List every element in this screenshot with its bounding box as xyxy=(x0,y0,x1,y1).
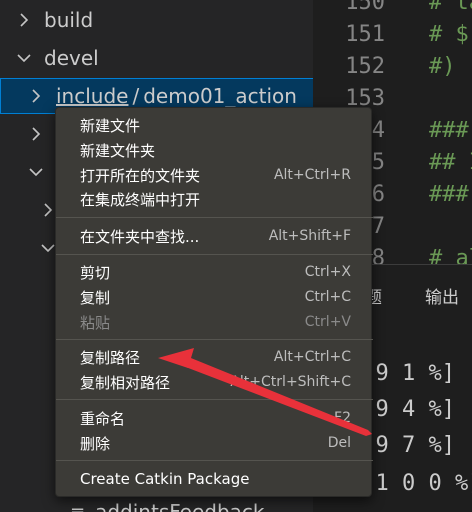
code-line: 150 # ta xyxy=(313,0,472,22)
menu-item-shortcut: Alt+Ctrl+R xyxy=(273,167,351,183)
menu-item-shortcut: Ctrl+C xyxy=(304,289,351,305)
menu-item-label: 复制相对路径 xyxy=(80,373,171,392)
menu-separator xyxy=(56,254,373,255)
compact-folder-path: include / demo01_action xyxy=(56,84,297,108)
chevron-right-icon xyxy=(26,124,46,144)
menu-item-paste[interactable]: 粘贴 Ctrl+V xyxy=(56,310,373,334)
menu-item-reveal-in-folder[interactable]: 打开所在的文件夹 Alt+Ctrl+R xyxy=(56,163,373,187)
panel-tab-output[interactable]: 输出 xyxy=(425,283,459,308)
menu-item-label: 粘贴 xyxy=(80,313,111,332)
path-segment-demo01-action[interactable]: demo01_action xyxy=(143,84,297,108)
menu-item-copy[interactable]: 复制 Ctrl+C xyxy=(56,285,373,309)
menu-item-label: 复制路径 xyxy=(80,348,141,367)
menu-separator xyxy=(56,399,373,400)
menu-item-new-file[interactable]: 新建文件 xyxy=(56,113,373,137)
menu-item-label: 重命名 xyxy=(80,409,126,428)
chevron-down-icon xyxy=(14,48,34,68)
menu-item-create-catkin-package[interactable]: Create Catkin Package xyxy=(56,467,373,491)
menu-item-label: 在文件夹中查找... xyxy=(80,227,200,246)
code-text: ### xyxy=(429,182,469,207)
code-text: ### xyxy=(429,118,469,143)
menu-item-label: 打开所在的文件夹 xyxy=(80,166,201,185)
chevron-right-icon xyxy=(14,10,34,30)
menu-item-open-in-terminal[interactable]: 在集成终端中打开 xyxy=(56,187,373,211)
code-text: # ta xyxy=(429,0,472,15)
vscode-window: build devel include / demo01_action ≡ ad… xyxy=(0,0,472,512)
menu-item-new-folder[interactable]: 新建文件夹 xyxy=(56,138,373,162)
menu-item-cut[interactable]: 剪切 Ctrl+X xyxy=(56,260,373,284)
code-text: # al xyxy=(429,246,472,264)
code-line: 151 # $ xyxy=(313,22,472,54)
menu-item-copy-path[interactable]: 复制路径 Alt+Ctrl+C xyxy=(56,345,373,369)
code-line: 152 #) xyxy=(313,54,472,86)
menu-item-shortcut: F2 xyxy=(334,410,351,426)
path-separator: / xyxy=(132,84,140,108)
tree-item-build[interactable]: build xyxy=(0,2,327,38)
code-text: # $ xyxy=(429,22,469,47)
context-menu: 新建文件 新建文件夹 打开所在的文件夹 Alt+Ctrl+R 在集成终端中打开 … xyxy=(55,107,373,497)
menu-item-shortcut: Ctrl+X xyxy=(304,264,351,280)
line-number: 151 xyxy=(345,22,385,47)
menu-item-label: 删除 xyxy=(80,434,111,453)
menu-item-shortcut: Del xyxy=(327,435,351,451)
line-number: 150 xyxy=(345,0,385,15)
menu-item-label: 剪切 xyxy=(80,263,111,282)
path-segment-include[interactable]: include xyxy=(56,84,128,108)
line-number: 152 xyxy=(345,54,385,79)
menu-item-shortcut: Ctrl+V xyxy=(304,314,351,330)
menu-separator xyxy=(56,339,373,340)
menu-item-delete[interactable]: 删除 Del xyxy=(56,431,373,455)
menu-item-shortcut: Alt+Shift+F xyxy=(268,228,351,244)
menu-item-label: 新建文件夹 xyxy=(80,141,156,160)
menu-item-label: 新建文件 xyxy=(80,116,141,135)
menu-item-shortcut: Alt+Ctrl+Shift+C xyxy=(230,374,351,390)
menu-item-label: 复制 xyxy=(80,288,111,307)
menu-item-rename[interactable]: 重命名 F2 xyxy=(56,406,373,430)
menu-item-shortcut: Alt+Ctrl+C xyxy=(273,349,351,365)
menu-separator xyxy=(56,217,373,218)
menu-item-label: Create Catkin Package xyxy=(80,470,250,488)
menu-item-find-in-folder[interactable]: 在文件夹中查找... Alt+Shift+F xyxy=(56,224,373,248)
chevron-down-icon xyxy=(26,162,46,182)
menu-item-copy-relative-path[interactable]: 复制相对路径 Alt+Ctrl+Shift+C xyxy=(56,370,373,394)
code-text: ## I xyxy=(429,150,472,175)
tree-item-label: addintsFeedback xyxy=(95,500,265,512)
menu-separator xyxy=(56,460,373,461)
menu-item-label: 在集成终端中打开 xyxy=(80,190,201,209)
tree-item-label: build xyxy=(44,8,94,32)
tree-item-devel[interactable]: devel xyxy=(0,40,327,76)
chevron-right-icon xyxy=(26,86,46,106)
tree-item-label: devel xyxy=(44,46,99,70)
code-text: #) xyxy=(429,54,456,79)
file-lines-icon: ≡ xyxy=(70,501,86,512)
